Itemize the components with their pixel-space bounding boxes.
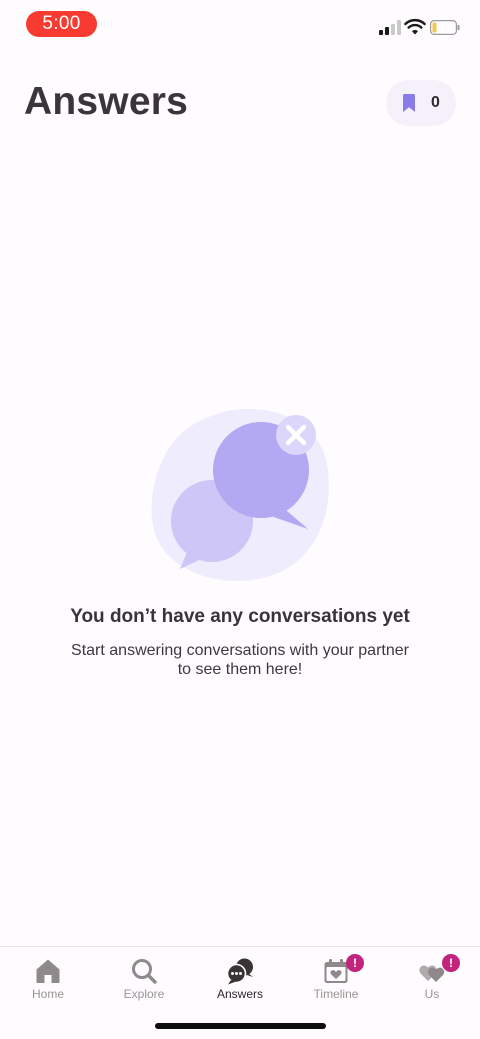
tab-label: Home [31, 987, 64, 1001]
empty-state-subtitle: Start answering conversations with your … [0, 641, 480, 679]
tab-timeline[interactable]: ! Timeline [288, 947, 384, 1007]
empty-state-title: You don’t have any conversations yet [70, 606, 410, 627]
bookmark-icon [403, 94, 415, 112]
tab-answers[interactable]: Answers [192, 947, 288, 1007]
bookmark-count: 0 [431, 94, 440, 111]
tab-label: Timeline [313, 987, 359, 1001]
tab-label: Explore [123, 987, 165, 1001]
empty-state-subtitle-line: Start answering conversations with your … [71, 642, 409, 659]
search-icon [132, 959, 157, 984]
battery-icon [430, 20, 460, 35]
home-icon [36, 959, 60, 983]
tab-label: Us [424, 987, 440, 1001]
status-time: 5:00 [26, 11, 97, 37]
tab-home[interactable]: Home [0, 947, 96, 1007]
status-bar: 5:00 [0, 0, 480, 50]
empty-state-subtitle-line: to see them here! [177, 661, 303, 678]
wifi-icon [404, 18, 426, 35]
chat-bubbles-icon [226, 958, 253, 985]
timeline-notification-badge: ! [346, 954, 364, 972]
empty-conversations-illustration [151, 408, 329, 581]
close-icon [276, 415, 316, 455]
tab-explore[interactable]: Explore [96, 947, 192, 1007]
cellular-signal-icon [379, 19, 401, 35]
us-notification-badge: ! [442, 954, 460, 972]
tab-label: Answers [216, 987, 263, 1001]
saved-bookmarks-button[interactable]: 0 [386, 80, 456, 126]
home-indicator[interactable] [155, 1023, 326, 1029]
page-title: Answers [24, 80, 188, 123]
tab-us[interactable]: ! Us [384, 947, 480, 1007]
